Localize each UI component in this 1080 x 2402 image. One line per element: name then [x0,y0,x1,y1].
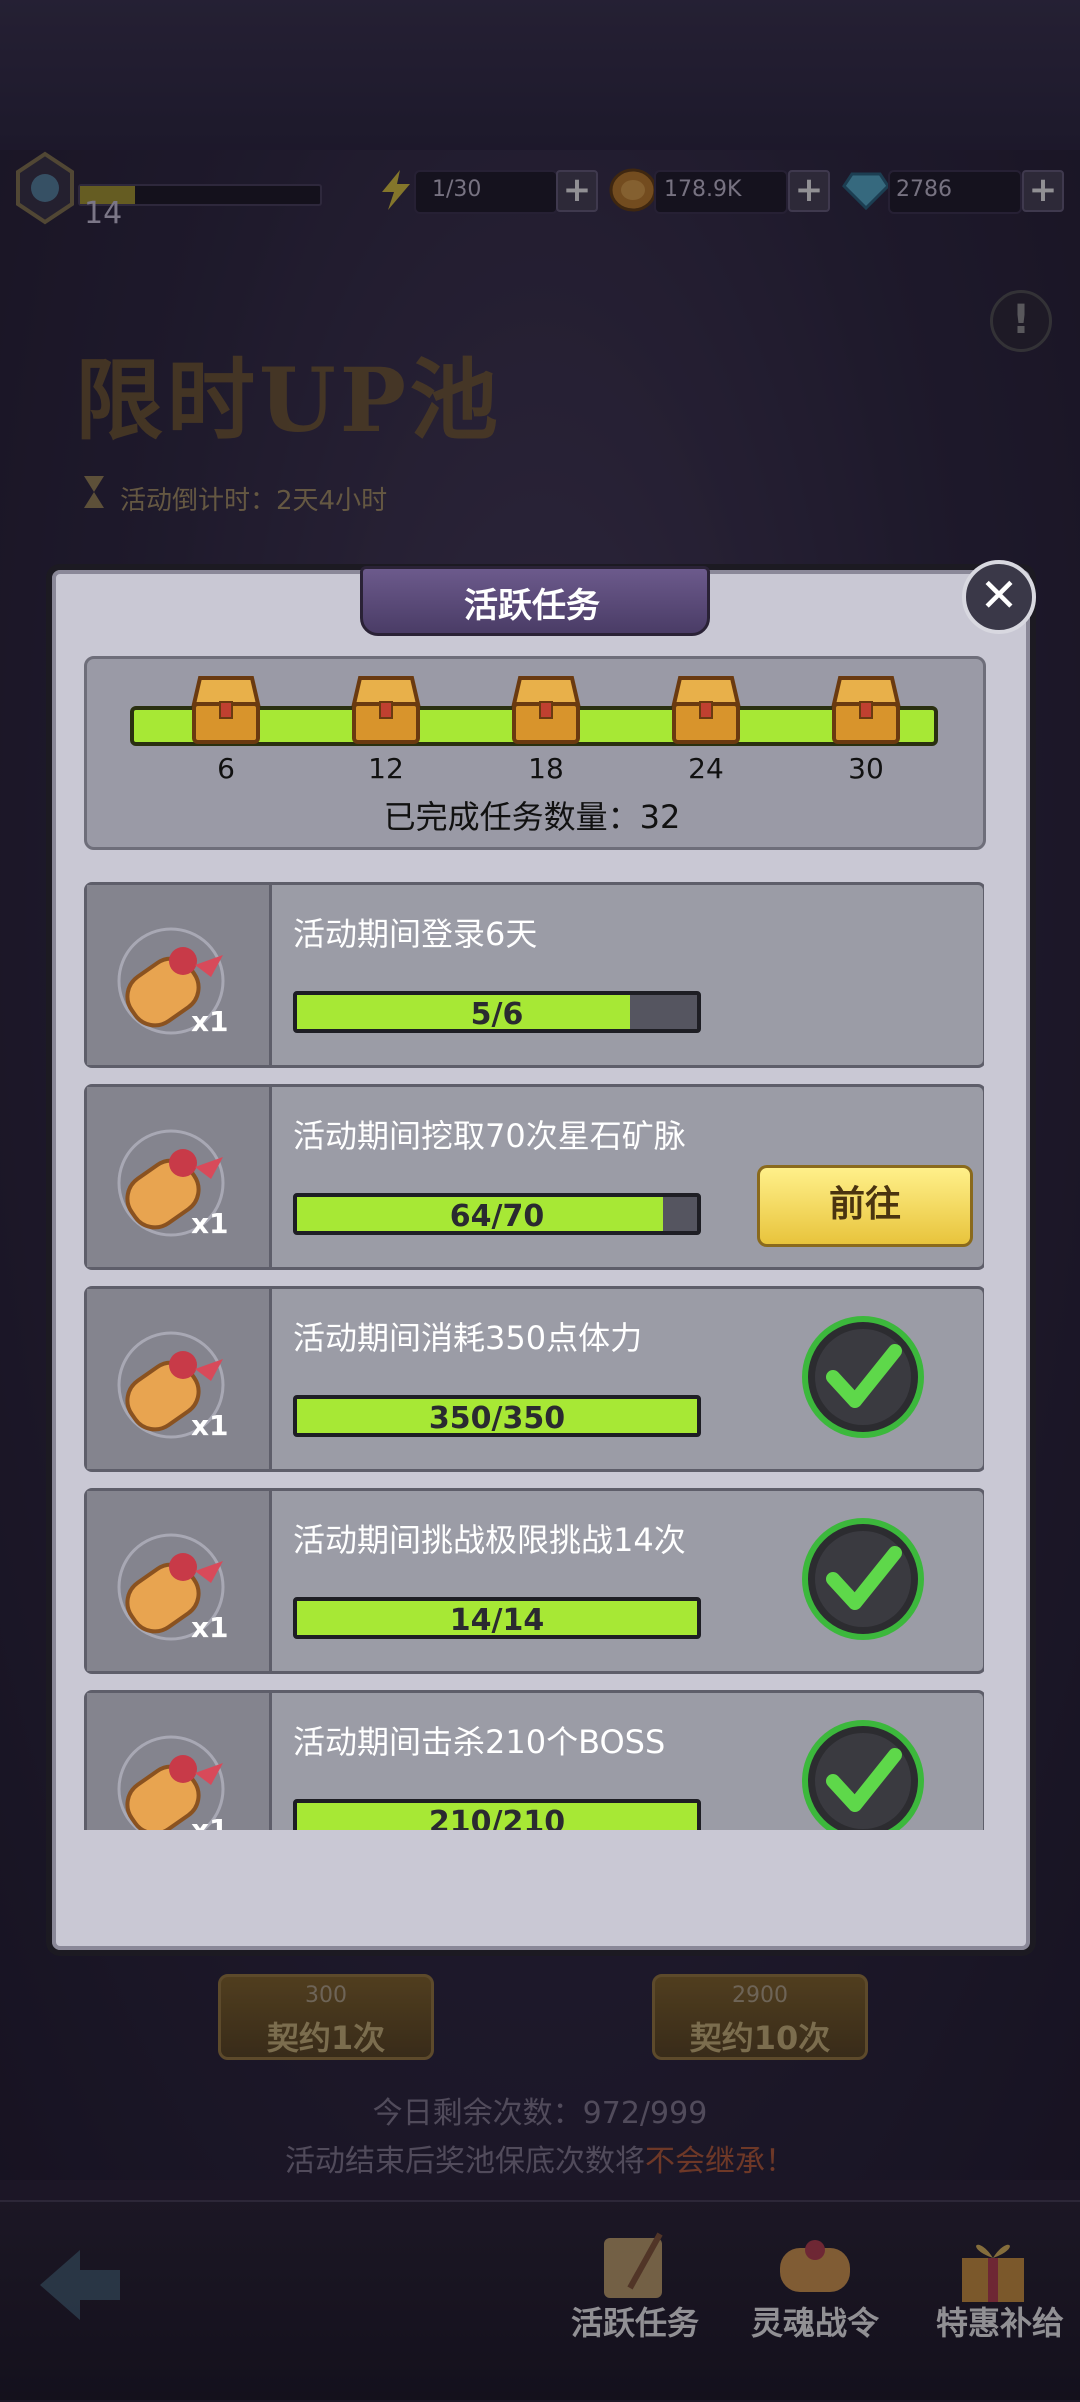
reward-chest-icon[interactable] [346,672,426,746]
task-row: x1 活动期间登录6天 5/6 [84,882,984,1068]
task-progress-text: 5/6 [470,997,524,1032]
reward-slot: x1 [87,1491,272,1671]
milestone-label: 18 [528,752,564,785]
task-row: x1 活动期间挑战极限挑战14次 14/14 [84,1488,984,1674]
task-title: 活动期间消耗350点体力 [293,1319,643,1357]
task-row: x1 活动期间挖取70次星石矿脉 64/70 前往 [84,1084,984,1270]
task-progress-bar: 14/14 [293,1597,701,1639]
task-row: x1 活动期间击杀210个BOSS 210/210 [84,1690,984,1830]
completed-count: 已完成任务数量：32 [383,798,681,836]
reward-slot: x1 [87,1289,272,1469]
task-title: 活动期间挖取70次星石矿脉 [293,1117,686,1155]
completed-check-icon [799,1717,927,1830]
reward-slot: x1 [87,1087,272,1267]
task-progress-bar: 210/210 [293,1799,701,1830]
dialog-title: 活跃任务 [464,586,600,626]
task-progress-text: 64/70 [449,1199,545,1234]
task-title: 活动期间击杀210个BOSS [293,1723,666,1761]
reward-quantity: x1 [191,1005,229,1038]
reward-chest-icon[interactable] [186,672,266,746]
reward-slot: x1 [87,885,272,1065]
task-title: 活动期间登录6天 [293,915,538,953]
task-progress-text: 210/210 [428,1805,566,1830]
reward-chest-icon[interactable] [506,672,586,746]
milestone-label: 24 [688,752,724,785]
task-title: 活动期间挑战极限挑战14次 [293,1521,686,1559]
milestone-label: 30 [848,752,884,785]
reward-chest-icon[interactable] [666,672,746,746]
milestone-label: 12 [368,752,404,785]
task-progress-bar: 350/350 [293,1395,701,1437]
reward-quantity: x1 [191,1813,229,1830]
completed-check-icon [799,1313,927,1441]
completed-check-icon [799,1515,927,1643]
reward-chest-icon[interactable] [826,672,906,746]
go-button[interactable]: 前往 [757,1165,973,1247]
task-progress-bar: 64/70 [293,1193,701,1235]
task-progress-text: 14/14 [449,1603,545,1638]
task-row: x1 活动期间消耗350点体力 350/350 [84,1286,984,1472]
reward-quantity: x1 [191,1207,229,1240]
reward-slot: x1 [87,1693,272,1830]
reward-quantity: x1 [191,1611,229,1644]
close-button[interactable]: ✕ [962,560,1036,634]
task-progress-bar: 5/6 [293,991,701,1033]
task-list[interactable]: x1 活动期间登录6天 5/6 x1 活动期间挖取70次星石矿脉 64/70 前往 x1 活动期… [84,882,984,1830]
task-progress-text: 350/350 [428,1401,566,1436]
reward-quantity: x1 [191,1409,229,1442]
milestone-label: 6 [217,752,235,785]
